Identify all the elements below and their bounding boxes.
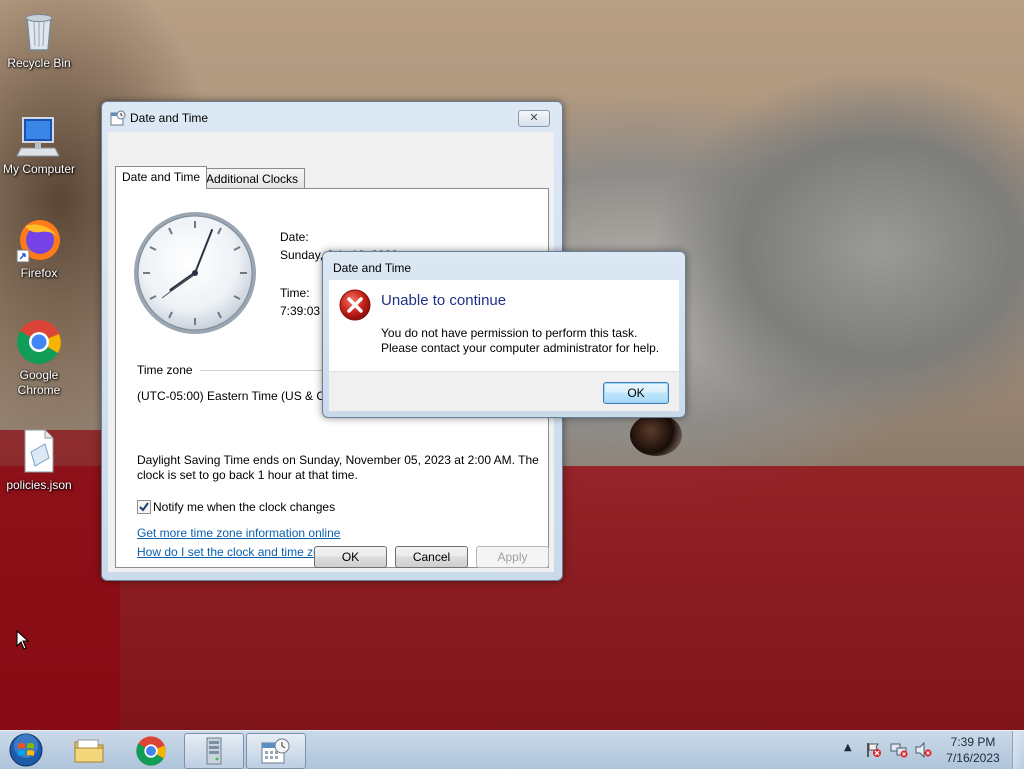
koala-eye <box>630 414 682 456</box>
taskbar-explorer-button[interactable] <box>60 733 118 767</box>
tab-label: Date and Time <box>122 170 201 184</box>
taskbar-server-manager-button[interactable] <box>184 733 244 769</box>
ok-button[interactable]: OK <box>314 546 387 568</box>
firefox-icon <box>15 216 63 264</box>
taskbar-clock[interactable]: 7:39 PM 7/16/2023 <box>938 734 1008 766</box>
dst-notice-line1: Daylight Saving Time ends on Sunday, Nov… <box>137 453 539 467</box>
chrome-icon <box>136 736 166 766</box>
tab-additional-clocks[interactable]: Additional Clocks <box>199 168 306 189</box>
notify-label[interactable]: Notify me when the clock changes <box>153 500 335 514</box>
dialog-button-bar: OK <box>329 371 679 411</box>
checkmark-icon <box>139 502 149 512</box>
close-icon: ✕ <box>529 112 539 124</box>
clock-help-link[interactable]: How do I set the clock and time zone? <box>137 545 340 559</box>
computer-icon <box>15 112 63 160</box>
network-icon[interactable] <box>890 742 908 758</box>
server-manager-icon <box>206 737 222 765</box>
desktop-icon-label: Firefox <box>20 266 58 280</box>
mouse-cursor-icon <box>16 630 30 650</box>
taskbar: ▲ 7:39 PM 7/16/2023 <box>0 730 1024 769</box>
action-center-flag-icon[interactable] <box>866 742 882 758</box>
window-title: Date and Time <box>130 111 209 125</box>
dst-notice-line2: clock is set to go back 1 hour at that t… <box>137 468 358 482</box>
start-orb-icon <box>9 733 43 767</box>
cancel-button[interactable]: Cancel <box>395 546 468 568</box>
dialog-heading: Unable to continue <box>381 292 507 309</box>
tab-label: Additional Clocks <box>206 172 299 186</box>
desktop-icon-label: Recycle Bin <box>7 56 71 70</box>
desktop-icon-policies-json[interactable]: policies.json <box>1 428 77 493</box>
dialog-content: Unable to continue You do not have permi… <box>329 280 679 371</box>
datetime-control-icon <box>261 738 290 764</box>
close-button[interactable]: ✕ <box>518 110 550 127</box>
window-titlebar[interactable]: Date and Time ✕ <box>102 102 562 132</box>
json-file-icon <box>15 428 63 476</box>
taskbar-datetime-button[interactable] <box>246 733 306 769</box>
datetime-control-icon <box>110 110 126 126</box>
desktop-icon-label: My Computer <box>2 162 76 176</box>
timezone-info-link[interactable]: Get more time zone information online <box>137 526 340 540</box>
apply-button[interactable]: Apply <box>476 546 549 568</box>
chrome-icon <box>15 318 63 366</box>
desktop-icon-firefox[interactable]: Firefox <box>1 216 77 281</box>
taskbar-chrome-button[interactable] <box>122 733 180 767</box>
tab-date-and-time[interactable]: Date and Time <box>115 166 208 189</box>
volume-muted-icon[interactable] <box>914 742 932 758</box>
explorer-folder-icon <box>74 739 104 763</box>
desktop-icon-label: Google Chrome <box>17 368 61 397</box>
date-label: Date: <box>280 230 309 244</box>
desktop-icon-my-computer[interactable]: My Computer <box>1 112 77 177</box>
analog-clock <box>134 212 256 334</box>
time-label: Time: <box>280 286 310 300</box>
clock-date: 7/16/2023 <box>946 751 1000 765</box>
show-desktop-button[interactable] <box>1012 731 1024 769</box>
error-icon <box>339 289 371 321</box>
recycle-bin-icon <box>15 6 63 54</box>
notify-checkbox[interactable] <box>137 500 151 514</box>
dialog-titlebar[interactable]: Date and Time <box>323 252 685 280</box>
dialog-ok-button[interactable]: OK <box>603 382 669 404</box>
desktop-icon-chrome[interactable]: Google Chrome <box>1 318 77 398</box>
dialog-title: Date and Time <box>333 261 412 275</box>
desktop-icon-recycle-bin[interactable]: Recycle Bin <box>1 6 77 71</box>
clock-time: 7:39 PM <box>950 735 996 749</box>
dialog-message-line2: Please contact your computer administrat… <box>381 341 660 355</box>
dialog-message-line1: You do not have permission to perform th… <box>381 326 638 340</box>
timezone-heading: Time zone <box>137 363 193 377</box>
error-dialog: Date and Time Unable to continue You do … <box>322 251 686 418</box>
start-button[interactable] <box>6 732 46 768</box>
desktop-icon-label: policies.json <box>6 478 72 492</box>
show-hidden-icons-chevron-icon[interactable]: ▲ <box>844 742 852 753</box>
